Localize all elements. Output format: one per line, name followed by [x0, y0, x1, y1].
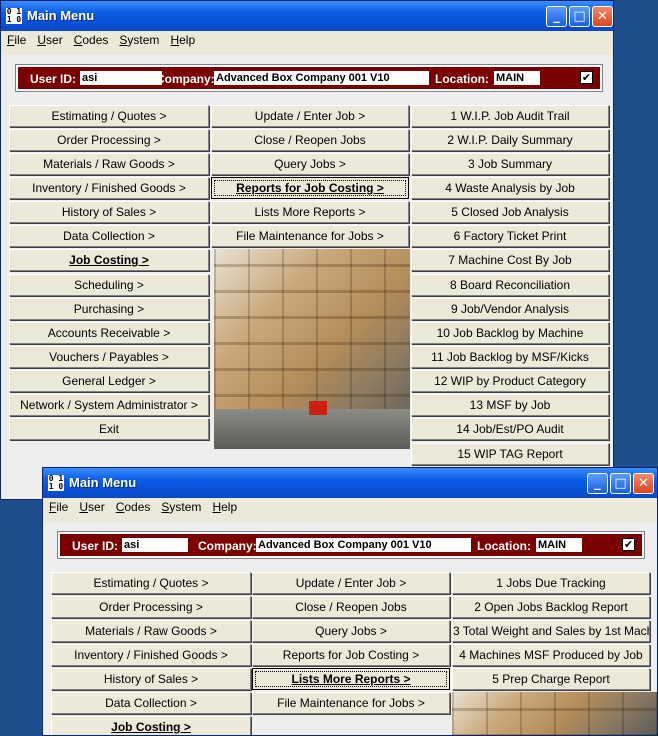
warehouse-photo — [214, 249, 410, 449]
menu-bar: File User Codes System Help — [1, 31, 613, 50]
menu-file[interactable]: File — [1, 31, 31, 47]
estimating-quotes-button[interactable]: Estimating / Quotes > — [51, 572, 251, 594]
materials-raw-goods-button[interactable]: Materials / Raw Goods > — [51, 620, 251, 642]
company-label: Company: — [156, 72, 215, 86]
job-costing-button[interactable]: Job Costing > — [51, 716, 251, 735]
file-maintenance-jobs-button[interactable]: File Maintenance for Jobs > — [252, 692, 450, 714]
report-4-button[interactable]: 4 Waste Analysis by Job — [411, 177, 609, 199]
close-icon[interactable]: ✕ — [592, 6, 613, 27]
file-maintenance-jobs-button[interactable]: File Maintenance for Jobs > — [211, 225, 409, 247]
maximize-icon[interactable]: □ — [610, 473, 631, 494]
location-field[interactable]: MAIN — [536, 538, 582, 552]
exit-button[interactable]: Exit — [9, 418, 209, 440]
close-reopen-jobs-button[interactable]: Close / Reopen Jobs — [211, 129, 409, 151]
data-collection-button[interactable]: Data Collection > — [51, 692, 251, 714]
menu-help[interactable]: Help — [206, 498, 242, 514]
minimize-icon[interactable]: _ — [546, 6, 567, 27]
menu-system[interactable]: System — [155, 498, 206, 514]
company-field[interactable]: Advanced Box Company 001 V10 — [256, 538, 471, 552]
main-menu-window-back: 0 11 0 Main Menu _ □ ✕ File User Codes Syst… — [0, 0, 614, 500]
accounts-receivable-button[interactable]: Accounts Receivable > — [9, 322, 209, 344]
user-id-label: User ID: — [72, 539, 119, 553]
menu-user[interactable]: User — [73, 498, 109, 514]
title-bar[interactable]: 0 11 0 Main Menu _ □ ✕ — [1, 1, 613, 31]
report-1-button[interactable]: 1 W.I.P. Job Audit Trail — [411, 105, 609, 127]
window-title: Main Menu — [27, 8, 95, 23]
app-icon: 0 11 0 — [48, 474, 64, 491]
close-icon[interactable]: ✕ — [633, 473, 654, 494]
menu-user[interactable]: User — [31, 31, 67, 47]
warehouse-photo — [452, 692, 657, 735]
order-processing-button[interactable]: Order Processing > — [9, 129, 209, 151]
maximize-icon[interactable]: □ — [569, 6, 590, 27]
inventory-finished-goods-button[interactable]: Inventory / Finished Goods > — [51, 644, 251, 666]
close-reopen-jobs-button[interactable]: Close / Reopen Jobs — [252, 596, 450, 618]
user-id-field[interactable]: asi — [122, 538, 188, 552]
menu-codes[interactable]: Codes — [110, 498, 156, 514]
estimating-quotes-button[interactable]: Estimating / Quotes > — [9, 105, 209, 127]
report-14-button[interactable]: 14 Job/Est/PO Audit — [411, 418, 609, 440]
report-6-button[interactable]: 6 Factory Ticket Print — [411, 225, 609, 247]
minimize-icon[interactable]: _ — [587, 473, 608, 494]
company-label: Company: — [198, 539, 257, 553]
session-info-bar: User ID: asi Company: Advanced Box Compa… — [15, 64, 603, 92]
materials-raw-goods-button[interactable]: Materials / Raw Goods > — [9, 153, 209, 175]
lists-more-reports-button[interactable]: Lists More Reports > — [211, 201, 409, 223]
menu-bar: File User Codes System Help — [43, 498, 657, 517]
warehouse-floor — [214, 409, 410, 449]
report-15-button[interactable]: 15 WIP TAG Report — [411, 443, 609, 465]
session-info-bar: User ID: asi Company: Advanced Box Compa… — [57, 531, 645, 559]
report-13-button[interactable]: 13 MSF by Job — [411, 394, 609, 416]
menu-file[interactable]: File — [43, 498, 73, 514]
report-10-button[interactable]: 10 Job Backlog by Machine — [411, 322, 609, 344]
window-title: Main Menu — [69, 475, 137, 490]
location-label: Location: — [435, 72, 489, 86]
main-menu-window-front: 0 11 0 Main Menu _ □ ✕ File User Codes Syst… — [42, 467, 658, 736]
lists-more-reports-button[interactable]: Lists More Reports > — [252, 668, 450, 690]
job-costing-button[interactable]: Job Costing > — [9, 249, 209, 271]
user-id-label: User ID: — [30, 72, 77, 86]
list-report-3-button[interactable]: 3 Total Weight and Sales by 1st Mach — [452, 620, 650, 642]
menu-system[interactable]: System — [113, 31, 164, 47]
report-5-button[interactable]: 5 Closed Job Analysis — [411, 201, 609, 223]
order-processing-button[interactable]: Order Processing > — [51, 596, 251, 618]
list-report-1-button[interactable]: 1 Jobs Due Tracking — [452, 572, 650, 594]
menu-help[interactable]: Help — [164, 31, 200, 47]
menu-codes[interactable]: Codes — [68, 31, 114, 47]
list-report-4-button[interactable]: 4 Machines MSF Produced by Job — [452, 644, 650, 666]
report-8-button[interactable]: 8 Board Reconciliation — [411, 274, 609, 296]
title-bar[interactable]: 0 11 0 Main Menu _ □ ✕ — [43, 468, 657, 498]
report-3-button[interactable]: 3 Job Summary — [411, 153, 609, 175]
reports-for-job-costing-button[interactable]: Reports for Job Costing > — [252, 644, 450, 666]
vouchers-payables-button[interactable]: Vouchers / Payables > — [9, 346, 209, 368]
scheduling-button[interactable]: Scheduling > — [9, 274, 209, 296]
general-ledger-button[interactable]: General Ledger > — [9, 370, 209, 392]
inventory-finished-goods-button[interactable]: Inventory / Finished Goods > — [9, 177, 209, 199]
reports-for-job-costing-button[interactable]: Reports for Job Costing > — [211, 177, 409, 199]
location-checkbox[interactable]: ✔ — [622, 538, 635, 551]
report-12-button[interactable]: 12 WIP by Product Category — [411, 370, 609, 392]
report-7-button[interactable]: 7 Machine Cost By Job — [411, 249, 609, 271]
report-2-button[interactable]: 2 W.I.P. Daily Summary — [411, 129, 609, 151]
company-field[interactable]: Advanced Box Company 001 V10 — [214, 71, 429, 85]
location-field[interactable]: MAIN — [494, 71, 540, 85]
user-id-field[interactable]: asi — [80, 71, 162, 85]
report-9-button[interactable]: 9 Job/Vendor Analysis — [411, 298, 609, 320]
update-enter-job-button[interactable]: Update / Enter Job > — [211, 105, 409, 127]
update-enter-job-button[interactable]: Update / Enter Job > — [252, 572, 450, 594]
location-checkbox[interactable]: ✔ — [580, 71, 593, 84]
data-collection-button[interactable]: Data Collection > — [9, 225, 209, 247]
report-11-button[interactable]: 11 Job Backlog by MSF/Kicks — [411, 346, 609, 368]
list-report-5-button[interactable]: 5 Prep Charge Report — [452, 668, 650, 690]
list-report-2-button[interactable]: 2 Open Jobs Backlog Report — [452, 596, 650, 618]
location-label: Location: — [477, 539, 531, 553]
forklift — [309, 401, 327, 415]
history-of-sales-button[interactable]: History of Sales > — [51, 668, 251, 690]
network-system-admin-button[interactable]: Network / System Administrator > — [9, 394, 209, 416]
app-icon: 0 11 0 — [6, 7, 22, 24]
query-jobs-button[interactable]: Query Jobs > — [211, 153, 409, 175]
history-of-sales-button[interactable]: History of Sales > — [9, 201, 209, 223]
query-jobs-button[interactable]: Query Jobs > — [252, 620, 450, 642]
purchasing-button[interactable]: Purchasing > — [9, 298, 209, 320]
